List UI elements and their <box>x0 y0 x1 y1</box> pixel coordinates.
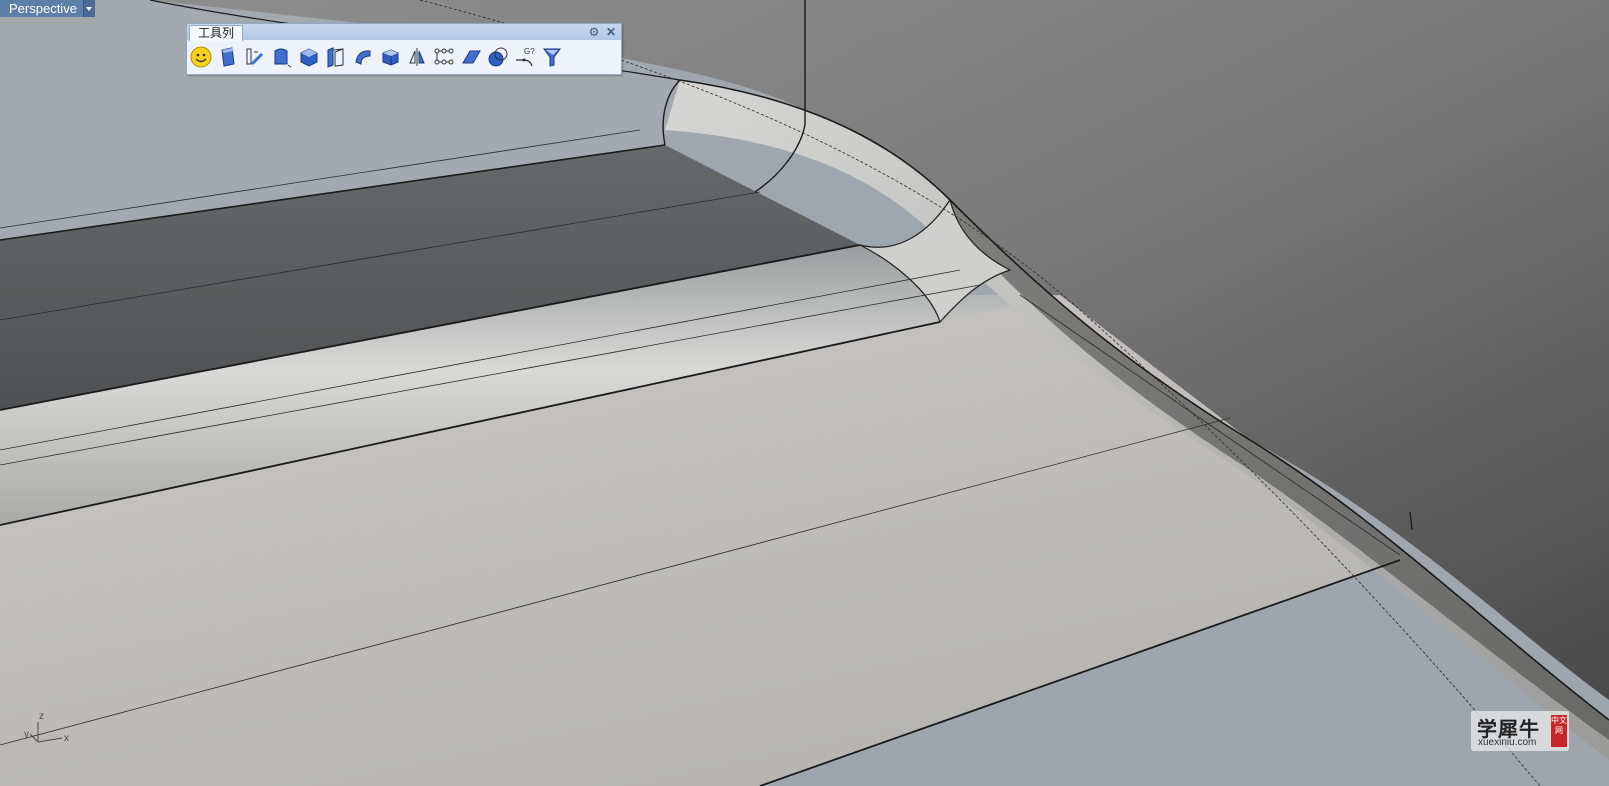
box-solid-icon[interactable] <box>297 43 321 71</box>
toolbar-buttons: G? <box>189 43 564 73</box>
watermark-url: xuexiniu.com <box>1478 737 1537 748</box>
array-icon[interactable] <box>432 43 456 71</box>
watermark-seal: 中文网 <box>1551 715 1567 747</box>
scene-render <box>0 0 1609 786</box>
perspective-viewport[interactable]: z y x <box>0 0 1609 786</box>
extrude-surface-icon[interactable] <box>216 43 240 71</box>
floating-toolbar[interactable]: 工具列 ⚙ ✕ G? <box>186 23 622 75</box>
sweep-rail-icon[interactable] <box>243 43 267 71</box>
viewport-menu-dropdown-icon[interactable] <box>82 0 95 17</box>
axis-y-label: y <box>24 729 29 740</box>
gear-icon[interactable]: ⚙ <box>587 25 601 39</box>
mirror-icon[interactable] <box>405 43 429 71</box>
continuity-check-icon[interactable]: G? <box>513 43 537 71</box>
viewport-name[interactable]: Perspective <box>9 0 83 17</box>
revolve-icon[interactable] <box>351 43 375 71</box>
toolbar-titlebar[interactable]: 工具列 ⚙ ✕ <box>187 24 621 41</box>
viewport-title[interactable]: Perspective <box>0 0 95 17</box>
boolean-icon[interactable] <box>486 43 510 71</box>
axis-z-label: z <box>39 711 44 722</box>
close-icon[interactable]: ✕ <box>604 25 618 39</box>
loft-icon[interactable] <box>324 43 348 71</box>
smiley-icon[interactable] <box>189 43 213 71</box>
plane-surface-icon[interactable] <box>459 43 483 71</box>
solid-cube-icon[interactable] <box>378 43 402 71</box>
toolbar-tab[interactable]: 工具列 <box>189 25 244 41</box>
axis-x-label: x <box>64 733 69 744</box>
g-label: G? <box>524 47 535 56</box>
surface-from-curves-icon[interactable] <box>270 43 294 71</box>
site-watermark: 学犀牛 xuexiniu.com 中文网 <box>1471 711 1569 751</box>
funnel-filter-icon[interactable] <box>540 43 564 71</box>
